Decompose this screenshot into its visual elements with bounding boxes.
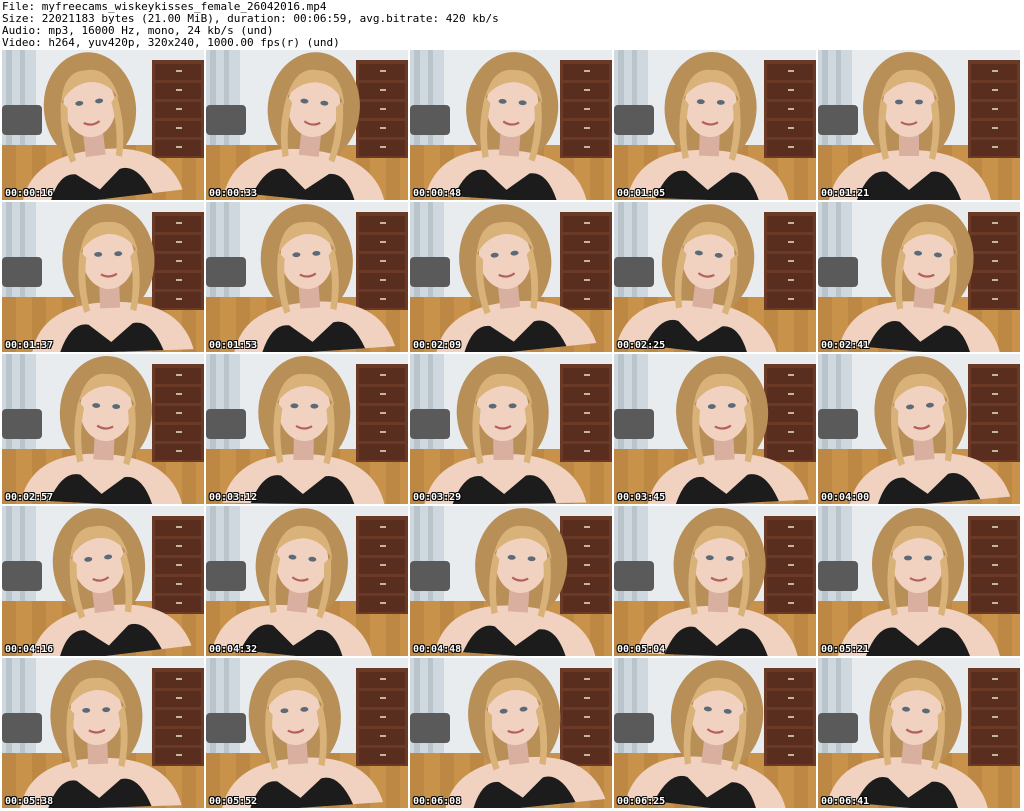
frame-timestamp: 00:00:16 <box>5 188 54 199</box>
frame-timestamp: 00:01:37 <box>5 340 54 351</box>
frame-timestamp: 00:04:48 <box>413 644 462 655</box>
video-frame-thumbnail: 00:03:45 <box>614 354 816 504</box>
frame-timestamp: 00:05:04 <box>617 644 666 655</box>
frame-timestamp: 00:01:05 <box>617 188 666 199</box>
thumbnail-grid: 00:00:16 00:00:33 00:00:48 00:01:05 00:01:21… <box>0 50 1024 811</box>
video-frame-thumbnail: 00:00:16 <box>2 50 204 200</box>
video-frame-thumbnail: 00:01:37 <box>2 202 204 352</box>
video-frame-thumbnail: 00:04:00 <box>818 354 1020 504</box>
video-info-line: Video: h264, yuv420p, 320x240, 1000.00 f… <box>2 36 340 49</box>
frame-image <box>818 354 1020 504</box>
frame-image <box>818 50 1020 200</box>
frame-image <box>2 50 204 200</box>
video-frame-thumbnail: 00:01:53 <box>206 202 408 352</box>
video-frame-thumbnail: 00:06:41 <box>818 658 1020 808</box>
frame-image <box>614 506 816 656</box>
frame-image <box>2 506 204 656</box>
frame-image <box>410 354 612 504</box>
frame-image <box>206 658 408 808</box>
frame-image <box>614 658 816 808</box>
frame-timestamp: 00:02:09 <box>413 340 462 351</box>
frame-image <box>410 50 612 200</box>
video-frame-thumbnail: 00:06:08 <box>410 658 612 808</box>
frame-image <box>614 202 816 352</box>
frame-image <box>614 354 816 504</box>
video-frame-thumbnail: 00:00:33 <box>206 50 408 200</box>
frame-image <box>818 506 1020 656</box>
video-frame-thumbnail: 00:06:25 <box>614 658 816 808</box>
frame-image <box>818 202 1020 352</box>
frame-timestamp: 00:06:08 <box>413 796 462 807</box>
video-frame-thumbnail: 00:05:38 <box>2 658 204 808</box>
video-frame-thumbnail: 00:04:48 <box>410 506 612 656</box>
video-frame-thumbnail: 00:03:12 <box>206 354 408 504</box>
video-frame-thumbnail: 00:01:21 <box>818 50 1020 200</box>
frame-timestamp: 00:03:29 <box>413 492 462 503</box>
frame-timestamp: 00:02:25 <box>617 340 666 351</box>
frame-timestamp: 00:04:32 <box>209 644 258 655</box>
frame-image <box>818 658 1020 808</box>
video-frame-thumbnail: 00:04:32 <box>206 506 408 656</box>
video-frame-thumbnail: 00:04:16 <box>2 506 204 656</box>
frame-image <box>206 50 408 200</box>
video-frame-thumbnail: 00:02:09 <box>410 202 612 352</box>
video-frame-thumbnail: 00:00:48 <box>410 50 612 200</box>
frame-timestamp: 00:01:53 <box>209 340 258 351</box>
frame-image <box>206 202 408 352</box>
frame-timestamp: 00:04:00 <box>821 492 870 503</box>
video-frame-thumbnail: 00:02:57 <box>2 354 204 504</box>
frame-timestamp: 00:02:57 <box>5 492 54 503</box>
frame-timestamp: 00:03:45 <box>617 492 666 503</box>
frame-timestamp: 00:05:52 <box>209 796 258 807</box>
frame-image <box>206 506 408 656</box>
frame-image <box>2 354 204 504</box>
frame-timestamp: 00:04:16 <box>5 644 54 655</box>
frame-image <box>206 354 408 504</box>
frame-image <box>410 506 612 656</box>
frame-timestamp: 00:01:21 <box>821 188 870 199</box>
frame-image <box>2 202 204 352</box>
video-frame-thumbnail: 00:03:29 <box>410 354 612 504</box>
frame-timestamp: 00:06:25 <box>617 796 666 807</box>
frame-timestamp: 00:00:33 <box>209 188 258 199</box>
frame-timestamp: 00:05:21 <box>821 644 870 655</box>
frame-timestamp: 00:02:41 <box>821 340 870 351</box>
frame-image <box>410 202 612 352</box>
frame-timestamp: 00:05:38 <box>5 796 54 807</box>
frame-timestamp: 00:00:48 <box>413 188 462 199</box>
video-frame-thumbnail: 00:05:52 <box>206 658 408 808</box>
frame-image <box>614 50 816 200</box>
video-frame-thumbnail: 00:01:05 <box>614 50 816 200</box>
file-info-header: File: myfreecams_wiskeykisses_female_260… <box>2 1 1022 49</box>
video-frame-thumbnail: 00:05:04 <box>614 506 816 656</box>
frame-timestamp: 00:06:41 <box>821 796 870 807</box>
frame-image <box>2 658 204 808</box>
video-frame-thumbnail: 00:02:25 <box>614 202 816 352</box>
frame-image <box>410 658 612 808</box>
video-frame-thumbnail: 00:02:41 <box>818 202 1020 352</box>
frame-timestamp: 00:03:12 <box>209 492 258 503</box>
video-frame-thumbnail: 00:05:21 <box>818 506 1020 656</box>
